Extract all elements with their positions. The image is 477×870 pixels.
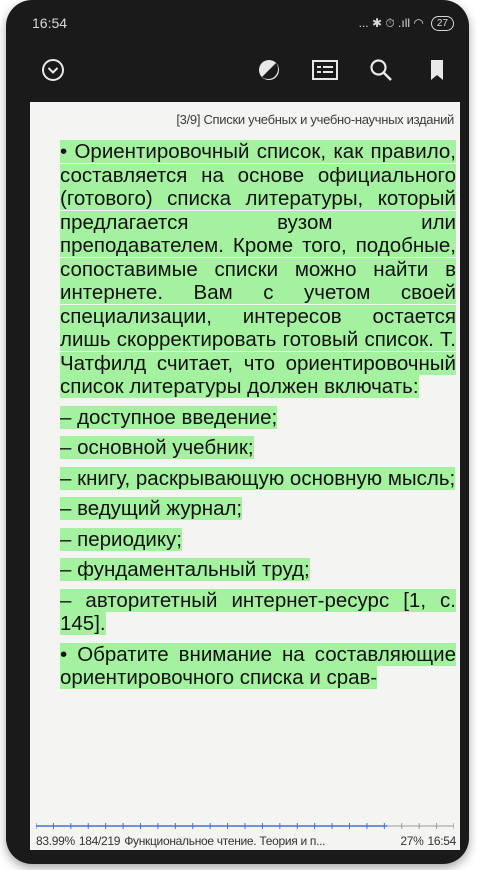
- bookmark-icon[interactable]: [424, 57, 450, 83]
- list-item: – ведущий журнал;: [60, 497, 243, 520]
- footer-status: 83.99% 184/219 Функциональное чтение. Те…: [36, 834, 456, 848]
- search-icon[interactable]: [368, 57, 394, 83]
- status-indicator-icons: ... ✱ ⏱ .ıll ◠: [358, 15, 424, 30]
- list-item: – авторитетный интернет-ресурс [1, с. 14…: [60, 588, 456, 635]
- paragraph: • Ориентировочный список, как правило, с…: [34, 140, 456, 399]
- footer-battery: 27%: [400, 834, 424, 848]
- status-icons: ... ✱ ⏱ .ıll ◠ 27: [358, 15, 454, 31]
- highlighted-text: • Ориентировочный список, как правило, с…: [60, 140, 456, 398]
- chevron-down-circle-icon[interactable]: [40, 57, 66, 83]
- book-title: Функциональное чтение. Теория и п...: [124, 834, 326, 848]
- status-time: 16:54: [32, 15, 68, 31]
- chapter-header: [3/9] Списки учебных и учебно-научных из…: [176, 112, 454, 127]
- reader-footer: 83.99% 184/219 Функциональное чтение. Те…: [30, 816, 460, 850]
- reader-toolbar: [30, 40, 460, 100]
- footer-time: 16:54: [427, 834, 456, 848]
- list-item: – доступное введение;: [60, 405, 278, 429]
- highlighted-text: • Обратите внимание на составляющие орие…: [60, 642, 456, 689]
- status-bar: 16:54 ... ✱ ⏱ .ıll ◠ 27: [30, 8, 460, 38]
- contrast-icon[interactable]: [256, 57, 282, 83]
- list-item: – книгу, раскрывающую основную мысль;: [60, 466, 456, 490]
- page-counter: 184/219: [78, 834, 121, 848]
- list-item: – периодику;: [60, 527, 182, 551]
- reading-progress-bar[interactable]: [36, 820, 454, 832]
- phone-frame: 16:54 ... ✱ ⏱ .ıll ◠ 27 [3/9] Списки уче…: [6, 0, 469, 864]
- battery-icon: 27: [430, 15, 454, 31]
- progress-percent: 83.99%: [36, 834, 75, 848]
- page-content: • Ориентировочный список, как правило, с…: [30, 136, 460, 690]
- list-item: – фундаментальный труд;: [60, 558, 310, 581]
- contents-icon[interactable]: [312, 57, 338, 83]
- list-item: – основной учебник;: [60, 436, 254, 459]
- paragraph: • Обратите внимание на составляющие орие…: [34, 642, 456, 690]
- reader-page[interactable]: [3/9] Списки учебных и учебно-научных из…: [30, 102, 460, 850]
